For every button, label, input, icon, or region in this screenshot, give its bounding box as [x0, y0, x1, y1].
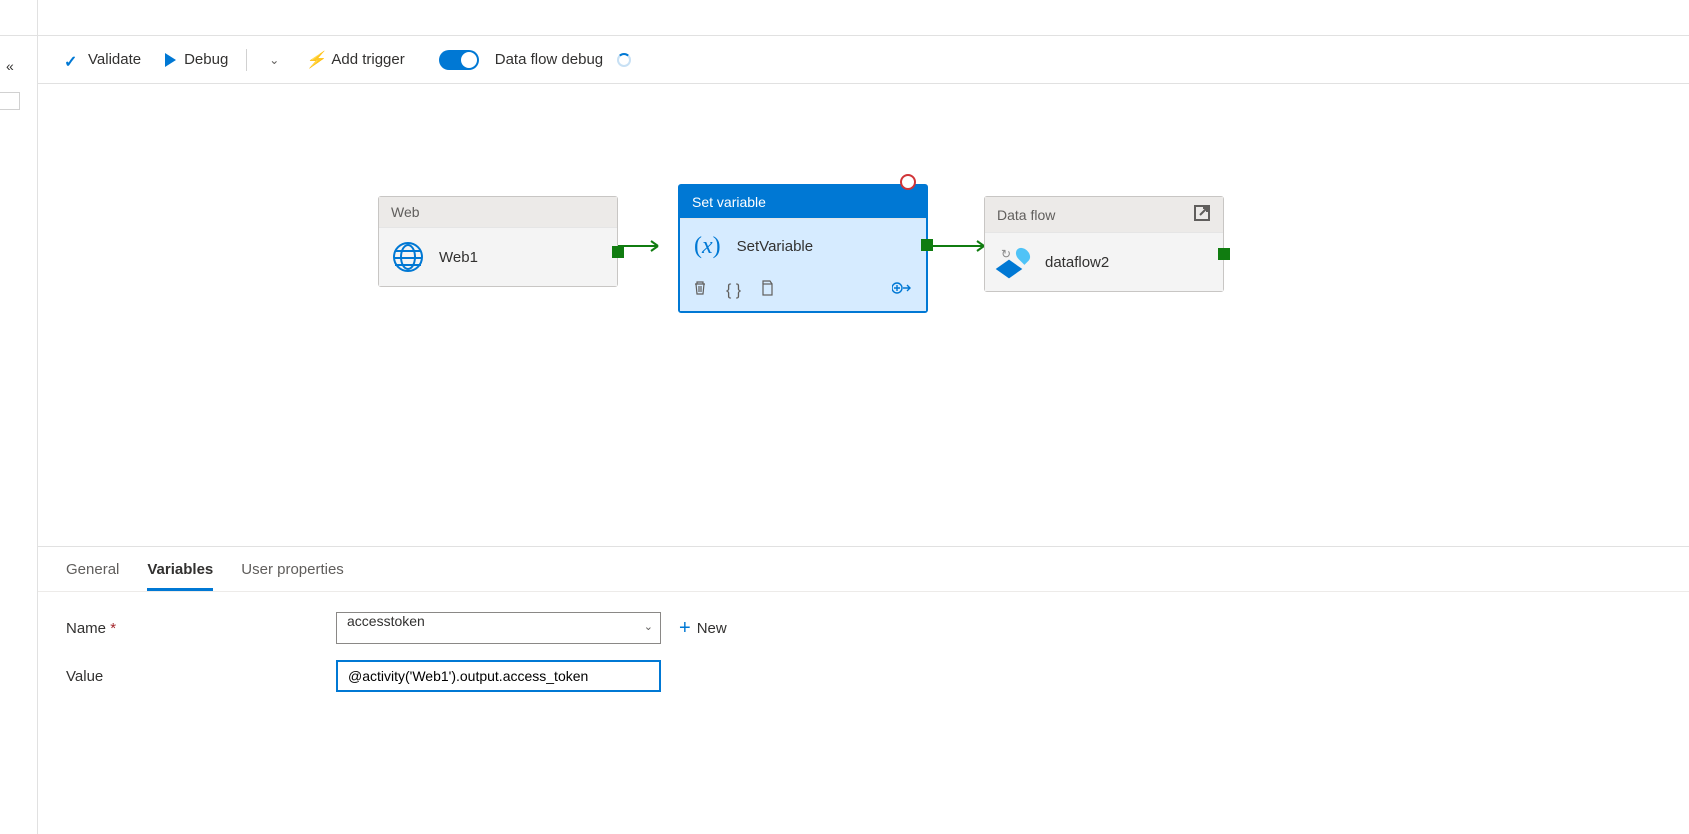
- activity-setvar-actions: { }: [680, 274, 926, 311]
- activity-setvar-header: Set variable: [680, 186, 926, 219]
- form-row-value: Value: [66, 660, 1661, 692]
- braces-icon[interactable]: { }: [726, 282, 741, 300]
- toolbar-separator: [246, 49, 247, 71]
- side-tab-stub[interactable]: [0, 92, 20, 110]
- toolbar: Validate Debug ⌄ Add trigger Data flow d…: [38, 36, 1689, 84]
- debug-dropdown-button[interactable]: ⌄: [257, 49, 291, 71]
- globe-icon: [393, 242, 423, 272]
- activity-web-header: Web: [379, 197, 617, 228]
- tab-bar: [0, 0, 1689, 36]
- activity-dataflow-body: ↻ dataflow2: [985, 233, 1223, 291]
- plus-icon: +: [679, 617, 691, 640]
- name-select[interactable]: accesstoken ⌄: [336, 612, 661, 644]
- required-asterisk: *: [110, 620, 116, 637]
- pipeline-canvas[interactable]: Web Web1 Set variable x SetVariable { }: [38, 84, 1689, 546]
- new-label: New: [697, 620, 727, 637]
- spinner-icon: [617, 53, 631, 67]
- tab-user-properties[interactable]: User properties: [241, 561, 344, 591]
- validate-label: Validate: [88, 51, 141, 68]
- validate-button[interactable]: Validate: [56, 47, 149, 72]
- properties-panel: General Variables User properties Name *…: [38, 546, 1689, 834]
- activity-web-output-port[interactable]: [612, 246, 624, 258]
- activity-dataflow-output-port[interactable]: [1218, 248, 1230, 260]
- activity-setvar-type: Set variable: [692, 194, 766, 210]
- new-variable-button[interactable]: + New: [679, 617, 727, 640]
- open-dataflow-icon[interactable]: [1193, 204, 1211, 225]
- activity-dataflow[interactable]: Data flow ↻ dataflow2: [984, 196, 1224, 292]
- play-icon: [165, 53, 176, 67]
- expand-panel-button[interactable]: «: [6, 58, 14, 74]
- tab-variables[interactable]: Variables: [147, 561, 213, 591]
- chevron-down-icon: ⌄: [265, 53, 283, 67]
- connector-web-to-setvar: [618, 240, 678, 270]
- name-label-text: Name: [66, 620, 106, 637]
- add-trigger-button[interactable]: Add trigger: [299, 47, 412, 72]
- activity-web-title: Web1: [439, 249, 478, 266]
- activity-web-body: Web1: [379, 228, 617, 286]
- dataflow-debug-toggle[interactable]: [439, 50, 479, 70]
- activity-set-variable[interactable]: Set variable x SetVariable { }: [678, 184, 928, 313]
- variable-icon: x: [694, 233, 721, 260]
- properties-tabs: General Variables User properties: [38, 547, 1689, 592]
- variables-form: Name * accesstoken ⌄ + New Value: [38, 592, 1689, 728]
- name-select-value: accesstoken: [336, 612, 661, 644]
- activity-dataflow-title: dataflow2: [1045, 254, 1109, 271]
- debug-button[interactable]: Debug: [157, 47, 236, 72]
- activity-web-type: Web: [391, 204, 420, 220]
- connector-setvar-to-dataflow: [928, 234, 988, 264]
- value-label: Value: [66, 668, 336, 685]
- debug-label: Debug: [184, 51, 228, 68]
- name-label: Name *: [66, 620, 336, 637]
- activity-setvar-body: x SetVariable: [680, 219, 926, 274]
- form-row-name: Name * accesstoken ⌄ + New: [66, 612, 1661, 644]
- dataflow-icon: ↻: [999, 247, 1029, 277]
- side-panel-collapsed: «: [0, 0, 38, 834]
- activity-web[interactable]: Web Web1: [378, 196, 618, 287]
- add-arrow-icon[interactable]: [892, 280, 914, 301]
- add-trigger-label: Add trigger: [331, 51, 404, 68]
- check-icon: [64, 52, 80, 68]
- delete-icon[interactable]: [692, 280, 708, 301]
- activity-dataflow-type: Data flow: [997, 207, 1055, 223]
- bolt-icon: [307, 52, 323, 68]
- error-indicator-icon: [900, 174, 916, 190]
- copy-icon[interactable]: [759, 280, 774, 301]
- value-input[interactable]: [336, 660, 661, 692]
- dataflow-debug-label: Data flow debug: [495, 51, 603, 68]
- tab-general[interactable]: General: [66, 561, 119, 591]
- activity-dataflow-header: Data flow: [985, 197, 1223, 233]
- activity-setvar-title: SetVariable: [737, 238, 813, 255]
- activity-setvar-output-port[interactable]: [921, 239, 933, 251]
